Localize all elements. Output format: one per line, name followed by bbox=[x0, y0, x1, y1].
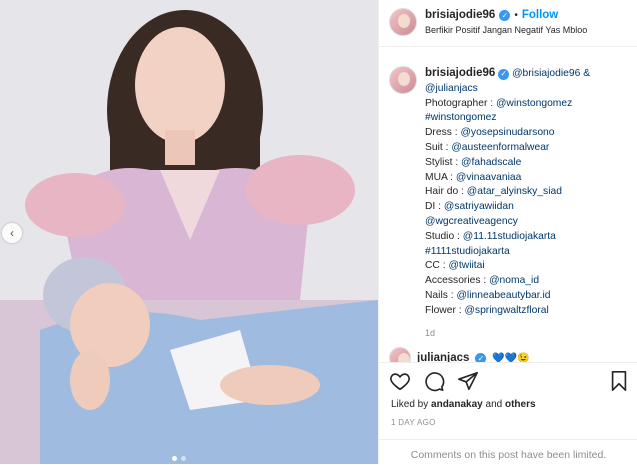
caption-line: #winstongomez bbox=[425, 112, 497, 123]
caption-line-label: Photographer : bbox=[425, 97, 496, 109]
caption-line-label: Studio : bbox=[425, 230, 463, 242]
caption-mention-link[interactable]: @linneabeautybar.id bbox=[456, 290, 550, 301]
caption-mention-link[interactable]: @yosepsinudarsono bbox=[460, 127, 554, 138]
likes-prefix: Liked by bbox=[391, 399, 432, 410]
action-bar: Liked by andanakay and others 1 DAY AGO … bbox=[379, 362, 637, 465]
caption-line-label: Nails : bbox=[425, 289, 457, 301]
profile-bio: Berfikir Positif Jangan Negatif Yas Mblo… bbox=[425, 25, 588, 35]
caption-mention-link[interactable]: @atar_alyinsky_siad bbox=[467, 186, 562, 197]
caption-mention-link[interactable]: @brisiajodie96 & bbox=[512, 68, 590, 79]
caption-line: @wgcreativeagency bbox=[425, 216, 518, 227]
liked-by-user[interactable]: andanakay bbox=[431, 399, 483, 410]
caption-line-label: Accessories : bbox=[425, 275, 490, 287]
header-user: brisiajodie96 ✓ • Follow bbox=[425, 9, 558, 21]
caption-line: Dress : @yosepsinudarsono bbox=[425, 127, 555, 138]
caption-line: DI : @satriyawiidan bbox=[425, 201, 514, 212]
caption-mention-link[interactable]: @fahadscale bbox=[461, 157, 521, 168]
likes-summary: Liked by andanakay and others bbox=[391, 399, 536, 410]
post-photo[interactable]: ‹ bbox=[0, 0, 378, 464]
post-date: 1 DAY AGO bbox=[391, 418, 436, 427]
caption-line-label: CC : bbox=[425, 260, 449, 272]
caption-line: Studio : @11.11studiojakarta bbox=[425, 231, 556, 242]
caption-line-label: Suit : bbox=[425, 141, 452, 153]
avatar[interactable] bbox=[389, 8, 417, 36]
caption-line: Hair do : @atar_alyinsky_siad bbox=[425, 186, 562, 197]
heart-icon[interactable] bbox=[389, 370, 411, 392]
caption-line: Nails : @linneabeautybar.id bbox=[425, 290, 551, 301]
caption-line: Stylist : @fahadscale bbox=[425, 157, 521, 168]
previous-photo-button[interactable]: ‹ bbox=[2, 223, 22, 243]
caption: brisiajodie96 ✓ @brisiajodie96 & @julianj… bbox=[389, 66, 629, 338]
caption-line: Accessories : @noma_id bbox=[425, 275, 539, 286]
caption-line-label: Dress : bbox=[425, 127, 461, 139]
caption-mention-link[interactable]: @twiitai bbox=[448, 260, 484, 271]
caption-mention-link[interactable]: #winstongomez bbox=[425, 112, 497, 123]
likes-and: and bbox=[482, 399, 505, 410]
caption-mention-link[interactable]: @satriyawiidan bbox=[444, 201, 514, 212]
caption-line: MUA : @vinaavaniaa bbox=[425, 172, 521, 183]
caption-line-label: Flower : bbox=[425, 304, 465, 316]
post-sidebar: brisiajodie96 ✓ • Follow Berfikir Positi… bbox=[378, 0, 637, 465]
share-icon[interactable] bbox=[457, 370, 479, 392]
liked-by-others[interactable]: others bbox=[505, 399, 536, 410]
caption-mention-link[interactable]: @julianjacs bbox=[425, 83, 478, 94]
caption-line: #1111studiojakarta bbox=[425, 246, 510, 257]
carousel-indicator bbox=[172, 456, 186, 461]
caption-line: Photographer : @winstongomez bbox=[425, 98, 572, 109]
caption-username[interactable]: brisiajodie96 bbox=[425, 67, 495, 79]
follow-button[interactable]: Follow bbox=[522, 9, 558, 21]
carousel-dot bbox=[172, 456, 177, 461]
comments-limited-notice: Comments on this post have been limited. bbox=[379, 439, 637, 461]
caption-body: brisiajodie96 ✓ @brisiajodie96 & @julianj… bbox=[425, 66, 629, 319]
caption-line-label: Hair do : bbox=[425, 186, 467, 198]
caption-mention-link[interactable]: @noma_id bbox=[489, 275, 539, 286]
caption-line: Suit : @austeenformalwear bbox=[425, 142, 549, 153]
post-header: brisiajodie96 ✓ • Follow Berfikir Positi… bbox=[379, 0, 637, 47]
separator-dot: • bbox=[514, 9, 518, 21]
caption-line: @julianjacs bbox=[425, 83, 478, 94]
verified-badge-icon: ✓ bbox=[499, 9, 511, 21]
caption-mention-link[interactable]: @springwaltzfloral bbox=[464, 305, 548, 316]
caption-mention-link[interactable]: #1111studiojakarta bbox=[425, 246, 510, 257]
action-icons bbox=[389, 370, 479, 392]
caption-mention-link[interactable]: @wgcreativeagency bbox=[425, 216, 518, 227]
caption-line: CC : @twiitai bbox=[425, 260, 485, 271]
caption-mention-link[interactable]: @11.11studiojakarta bbox=[463, 231, 556, 242]
caption-time: 1d bbox=[425, 327, 436, 338]
caption-line: Flower : @springwaltzfloral bbox=[425, 305, 549, 316]
verified-badge-icon: ✓ bbox=[498, 68, 510, 80]
bookmark-icon[interactable] bbox=[608, 370, 630, 392]
caption-line-label: DI : bbox=[425, 201, 444, 213]
caption-mention-link[interactable]: @austeenformalwear bbox=[451, 142, 549, 153]
caption-line-label: MUA : bbox=[425, 171, 456, 183]
post-photo-illustration bbox=[0, 0, 378, 464]
caption-line: @brisiajodie96 & bbox=[512, 68, 590, 79]
carousel-dot bbox=[181, 456, 186, 461]
caption-mention-link[interactable]: @vinaavaniaa bbox=[456, 172, 521, 183]
caption-mention-link[interactable]: @winstongomez bbox=[496, 98, 572, 109]
instagram-post: ‹ brisiajodie96 ✓ • Follow Berfikir Posi… bbox=[0, 0, 637, 465]
comment-icon[interactable] bbox=[423, 370, 445, 392]
caption-line-label: Stylist : bbox=[425, 156, 462, 168]
avatar[interactable] bbox=[389, 66, 417, 94]
username-link[interactable]: brisiajodie96 bbox=[425, 9, 495, 21]
